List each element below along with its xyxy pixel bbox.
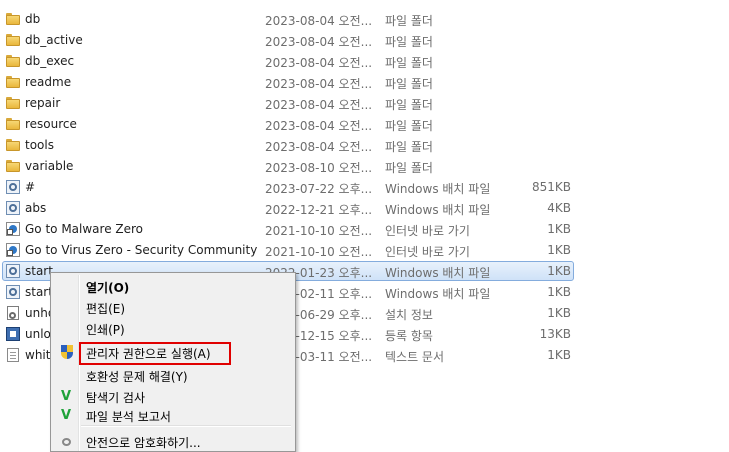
text-file-icon xyxy=(5,347,21,363)
file-type: 파일 폴더 xyxy=(385,35,433,49)
file-size: 4KB xyxy=(547,201,571,215)
internet-shortcut-icon xyxy=(5,221,21,237)
file-date: 2023-08-04 오전... xyxy=(265,119,373,133)
folder-icon xyxy=(5,116,21,132)
menu-item-label: 편집(E) xyxy=(86,302,126,316)
list-item[interactable]: repair 2023-08-04 오전... 파일 폴더 xyxy=(0,93,729,114)
batch-file-icon xyxy=(5,284,21,300)
menu-separator xyxy=(81,425,291,427)
menu-item-label: 인쇄(P) xyxy=(86,323,125,337)
file-type: 파일 폴더 xyxy=(385,98,433,112)
menu-item-troubleshoot-compatibility[interactable]: 호환성 문제 해결(Y) xyxy=(53,365,293,386)
file-size: 1KB xyxy=(547,306,571,320)
file-name: readme xyxy=(25,75,72,89)
list-item[interactable]: readme 2023-08-04 오전... 파일 폴더 xyxy=(0,72,729,93)
list-item[interactable]: Go to Malware Zero 2021-10-10 오전... 인터넷 … xyxy=(0,219,729,240)
batch-file-icon xyxy=(5,179,21,195)
file-name: Go to Malware Zero xyxy=(25,222,144,236)
file-name: Go to Virus Zero - Security Community xyxy=(25,243,258,257)
folder-icon xyxy=(5,53,21,69)
file-size: 1KB xyxy=(547,348,571,362)
file-date: 2023-08-04 오전... xyxy=(265,98,373,112)
file-name: abs xyxy=(25,201,47,215)
lock-icon xyxy=(59,434,75,450)
file-date: 2023-08-10 오전... xyxy=(265,161,373,175)
list-item[interactable]: resource 2023-08-04 오전... 파일 폴더 xyxy=(0,114,729,135)
file-name: variable xyxy=(25,159,74,173)
file-size: 13KB xyxy=(539,327,571,341)
menu-item-label: 호환성 문제 해결(Y) xyxy=(86,370,188,384)
v3-vaccine-icon: V xyxy=(61,389,72,404)
annotation-highlight-box xyxy=(79,342,231,365)
file-date: 2023-08-04 오전... xyxy=(265,56,373,70)
folder-icon xyxy=(5,95,21,111)
menu-item-encrypt[interactable]: 안전으로 암호화하기... xyxy=(53,431,293,452)
list-item[interactable]: db 2023-08-04 오전... 파일 폴더 xyxy=(0,9,729,30)
menu-item-label: 파일 분석 보고서 xyxy=(86,410,171,424)
list-item[interactable]: db_active 2023-08-04 오전... 파일 폴더 xyxy=(0,30,729,51)
file-type: 파일 폴더 xyxy=(385,140,433,154)
file-name: tools xyxy=(25,138,54,152)
file-date: 2023-08-04 오전... xyxy=(265,140,373,154)
file-type: 파일 폴더 xyxy=(385,14,433,28)
batch-file-icon xyxy=(5,263,21,279)
folder-icon xyxy=(5,158,21,174)
file-size: 851KB xyxy=(531,180,571,194)
list-item[interactable]: db_exec 2023-08-04 오전... 파일 폴더 xyxy=(0,51,729,72)
uac-shield-icon xyxy=(59,345,75,361)
menu-item-label: 열기(O) xyxy=(86,281,130,295)
registry-file-icon xyxy=(5,326,21,342)
file-date: 2022-12-21 오후... xyxy=(265,203,373,217)
file-type: 파일 폴더 xyxy=(385,77,433,91)
file-name: repair xyxy=(25,96,61,110)
menu-item-explorer-scan[interactable]: V 탐색기 검사 xyxy=(53,386,293,407)
setup-info-icon xyxy=(5,305,21,321)
file-name: # xyxy=(25,180,36,194)
list-item[interactable]: variable 2023-08-10 오전... 파일 폴더 xyxy=(0,156,729,177)
file-date: 2023-08-04 오전... xyxy=(265,35,373,49)
file-date: 2023-07-22 오후... xyxy=(265,182,373,196)
file-name: resource xyxy=(25,117,77,131)
folder-icon xyxy=(5,137,21,153)
list-item[interactable]: tools 2023-08-04 오전... 파일 폴더 xyxy=(0,135,729,156)
folder-icon xyxy=(5,32,21,48)
internet-shortcut-icon xyxy=(5,242,21,258)
file-date: 2023-08-04 오전... xyxy=(265,77,373,91)
file-size: 1KB xyxy=(547,222,571,236)
list-item[interactable]: abs 2022-12-21 오후... Windows 배치 파일 4KB xyxy=(0,198,729,219)
file-type: 파일 폴더 xyxy=(385,119,433,133)
folder-icon xyxy=(5,11,21,27)
list-item[interactable]: # 2023-07-22 오후... Windows 배치 파일 851KB xyxy=(0,177,729,198)
v3-vaccine-icon: V xyxy=(61,408,72,423)
file-name: db_exec xyxy=(25,54,75,68)
file-type: 파일 폴더 xyxy=(385,56,433,70)
batch-file-icon xyxy=(5,200,21,216)
file-type: 파일 폴더 xyxy=(385,161,433,175)
file-size: 1KB xyxy=(547,285,571,299)
file-date: 2021-10-10 오전... xyxy=(265,224,373,238)
menu-item-edit[interactable]: 편집(E) xyxy=(53,297,293,318)
folder-icon xyxy=(5,74,21,90)
menu-item-file-analysis-report[interactable]: V 파일 분석 보고서 xyxy=(53,405,293,426)
file-size: 1KB xyxy=(547,243,571,257)
file-size: 1KB xyxy=(547,264,571,278)
menu-item-label: 안전으로 암호화하기... xyxy=(86,436,201,450)
menu-item-open[interactable]: 열기(O) xyxy=(53,276,293,297)
menu-item-print[interactable]: 인쇄(P) xyxy=(53,318,293,339)
file-name: db_active xyxy=(25,33,83,47)
file-date: 2023-08-04 오전... xyxy=(265,14,373,28)
file-name: db xyxy=(25,12,41,26)
file-date: 2021-10-10 오전... xyxy=(265,245,373,259)
menu-item-label: 탐색기 검사 xyxy=(86,391,146,405)
list-item[interactable]: Go to Virus Zero - Security Community 20… xyxy=(0,240,729,261)
